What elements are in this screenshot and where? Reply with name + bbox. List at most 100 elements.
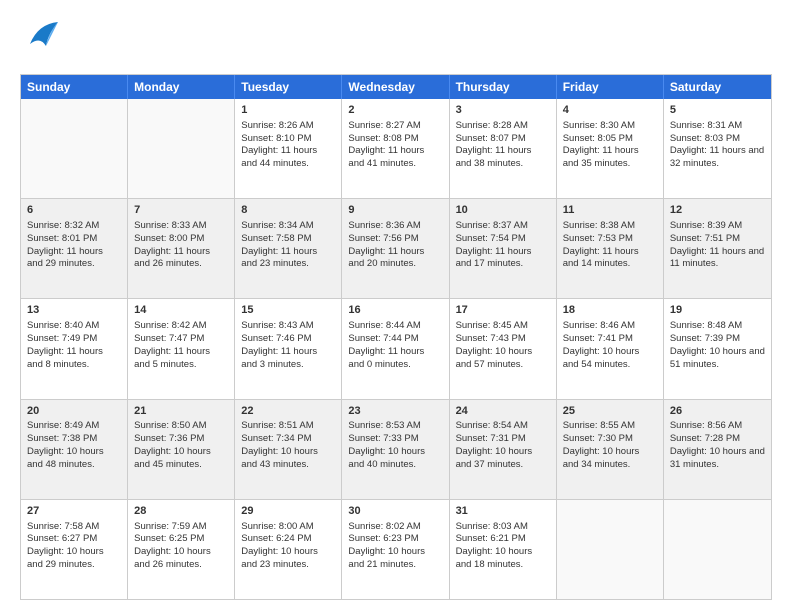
calendar-row-3: 20Sunrise: 8:49 AMSunset: 7:38 PMDayligh… — [21, 399, 771, 499]
day-number: 17 — [456, 303, 550, 318]
sunrise-text: Sunrise: 8:38 AM — [563, 220, 635, 231]
sunrise-text: Sunrise: 8:32 AM — [27, 220, 99, 231]
calendar-row-1: 6Sunrise: 8:32 AMSunset: 8:01 PMDaylight… — [21, 198, 771, 298]
sunset-text: Sunset: 7:58 PM — [241, 233, 311, 244]
day-number: 7 — [134, 203, 228, 218]
day-number: 12 — [670, 203, 765, 218]
calendar-cell — [128, 99, 235, 198]
daylight-text: Daylight: 11 hours and 41 minutes. — [348, 145, 424, 169]
daylight-text: Daylight: 11 hours and 5 minutes. — [134, 346, 210, 370]
daylight-text: Daylight: 11 hours and 14 minutes. — [563, 246, 639, 270]
sunrise-text: Sunrise: 8:44 AM — [348, 320, 420, 331]
sunset-text: Sunset: 6:21 PM — [456, 533, 526, 544]
daylight-text: Daylight: 10 hours and 54 minutes. — [563, 346, 640, 370]
daylight-text: Daylight: 11 hours and 3 minutes. — [241, 346, 317, 370]
sunset-text: Sunset: 6:27 PM — [27, 533, 97, 544]
calendar-cell — [21, 99, 128, 198]
calendar-cell: 4Sunrise: 8:30 AMSunset: 8:05 PMDaylight… — [557, 99, 664, 198]
day-number: 6 — [27, 203, 121, 218]
daylight-text: Daylight: 10 hours and 51 minutes. — [670, 346, 765, 370]
daylight-text: Daylight: 10 hours and 23 minutes. — [241, 546, 318, 570]
calendar-cell: 23Sunrise: 8:53 AMSunset: 7:33 PMDayligh… — [342, 400, 449, 499]
sunset-text: Sunset: 8:08 PM — [348, 133, 418, 144]
sunset-text: Sunset: 8:00 PM — [134, 233, 204, 244]
sunset-text: Sunset: 7:34 PM — [241, 433, 311, 444]
sunset-text: Sunset: 8:03 PM — [670, 133, 740, 144]
day-number: 2 — [348, 103, 442, 118]
sunrise-text: Sunrise: 8:40 AM — [27, 320, 99, 331]
day-number: 21 — [134, 404, 228, 419]
calendar-cell: 19Sunrise: 8:48 AMSunset: 7:39 PMDayligh… — [664, 299, 771, 398]
sunrise-text: Sunrise: 8:28 AM — [456, 120, 528, 131]
page: SundayMondayTuesdayWednesdayThursdayFrid… — [0, 0, 792, 612]
sunset-text: Sunset: 6:24 PM — [241, 533, 311, 544]
calendar-cell — [557, 500, 664, 599]
sunrise-text: Sunrise: 7:58 AM — [27, 521, 99, 532]
sunrise-text: Sunrise: 8:46 AM — [563, 320, 635, 331]
daylight-text: Daylight: 10 hours and 26 minutes. — [134, 546, 211, 570]
sunrise-text: Sunrise: 8:26 AM — [241, 120, 313, 131]
daylight-text: Daylight: 11 hours and 44 minutes. — [241, 145, 317, 169]
calendar-cell: 3 Sunrise: 8:28 AM Sunset: 8:07 PMDaylight… — [450, 99, 557, 198]
sunset-text: Sunset: 7:31 PM — [456, 433, 526, 444]
calendar-cell — [664, 500, 771, 599]
sunrise-text: Sunrise: 8:27 AM — [348, 120, 420, 131]
day-number: 18 — [563, 303, 657, 318]
calendar-cell: 16Sunrise: 8:44 AMSunset: 7:44 PMDayligh… — [342, 299, 449, 398]
calendar-cell: 14Sunrise: 8:42 AMSunset: 7:47 PMDayligh… — [128, 299, 235, 398]
day-number: 16 — [348, 303, 442, 318]
day-number: 3 — [456, 103, 550, 118]
header-day-saturday: Saturday — [664, 75, 771, 99]
daylight-text: Daylight: 11 hours and 32 minutes. — [670, 145, 764, 169]
daylight-text: Daylight: 11 hours and 8 minutes. — [27, 346, 103, 370]
sunrise-text: Sunrise: 8:54 AM — [456, 420, 528, 431]
day-number: 5 — [670, 103, 765, 118]
sunrise-text: Sunrise: 8:42 AM — [134, 320, 206, 331]
sunset-text: Sunset: 8:10 PM — [241, 133, 311, 144]
sunrise-text: Sunrise: 8:48 AM — [670, 320, 742, 331]
calendar-cell: 9Sunrise: 8:36 AMSunset: 7:56 PMDaylight… — [342, 199, 449, 298]
calendar-cell: 26Sunrise: 8:56 AMSunset: 7:28 PMDayligh… — [664, 400, 771, 499]
day-number: 11 — [563, 203, 657, 218]
daylight-text: Daylight: 11 hours and 20 minutes. — [348, 246, 424, 270]
day-number: 25 — [563, 404, 657, 419]
sunset-text: Sunset: 7:33 PM — [348, 433, 418, 444]
calendar-cell: 30 Sunrise: 8:02 AMSunset: 6:23 PM Dayligh… — [342, 500, 449, 599]
daylight-text: Daylight: 11 hours and 0 minutes. — [348, 346, 424, 370]
calendar-cell: 1Sunrise: 8:26 AMSunset: 8:10 PMDaylight… — [235, 99, 342, 198]
daylight-text: Daylight: 10 hours and 21 minutes. — [348, 546, 425, 570]
calendar-cell: 11Sunrise: 8:38 AMSunset: 7:53 PMDayligh… — [557, 199, 664, 298]
sunrise-text: Sunrise: 8:50 AM — [134, 420, 206, 431]
daylight-text: Daylight: 11 hours and 38 minutes. — [456, 145, 532, 169]
logo — [20, 16, 68, 64]
calendar-cell: 22Sunrise: 8:51 AMSunset: 7:34 PMDayligh… — [235, 400, 342, 499]
sunset-text: Sunset: 7:30 PM — [563, 433, 633, 444]
sunrise-text: Sunrise: 8:03 AM — [456, 521, 528, 532]
calendar-cell: 6Sunrise: 8:32 AMSunset: 8:01 PMDaylight… — [21, 199, 128, 298]
calendar: SundayMondayTuesdayWednesdayThursdayFrid… — [20, 74, 772, 600]
daylight-text: Daylight: 10 hours and 43 minutes. — [241, 446, 318, 470]
day-number: 14 — [134, 303, 228, 318]
sunrise-text: Sunrise: 8:37 AM — [456, 220, 528, 231]
sunrise-text: Sunrise: 8:30 AM — [563, 120, 635, 131]
daylight-text: Daylight: 10 hours and 31 minutes. — [670, 446, 765, 470]
daylight-text: Daylight: 10 hours and 37 minutes. — [456, 446, 533, 470]
daylight-text: Daylight: 11 hours and 35 minutes. — [563, 145, 639, 169]
day-number: 29 — [241, 504, 335, 519]
sunrise-text: Sunrise: 8:02 AM — [348, 521, 420, 532]
calendar-cell: 17Sunrise: 8:45 AMSunset: 7:43 PMDayligh… — [450, 299, 557, 398]
sunset-text: Sunset: 7:41 PM — [563, 333, 633, 344]
sunrise-text: Sunrise: 7:59 AM — [134, 521, 206, 532]
header-day-monday: Monday — [128, 75, 235, 99]
day-number: 28 — [134, 504, 228, 519]
calendar-cell: 29 Sunrise: 8:00 AMSunset: 6:24 PM Dayligh… — [235, 500, 342, 599]
sunrise-text: Sunrise: 8:36 AM — [348, 220, 420, 231]
day-number: 4 — [563, 103, 657, 118]
sunset-text: Sunset: 8:07 PM — [456, 133, 526, 144]
daylight-text: Daylight: 10 hours and 57 minutes. — [456, 346, 533, 370]
day-number: 30 — [348, 504, 442, 519]
sunset-text: Sunset: 7:43 PM — [456, 333, 526, 344]
sunset-text: Sunset: 6:23 PM — [348, 533, 418, 544]
sunrise-text: Sunrise: 8:00 AM — [241, 521, 313, 532]
day-number: 24 — [456, 404, 550, 419]
